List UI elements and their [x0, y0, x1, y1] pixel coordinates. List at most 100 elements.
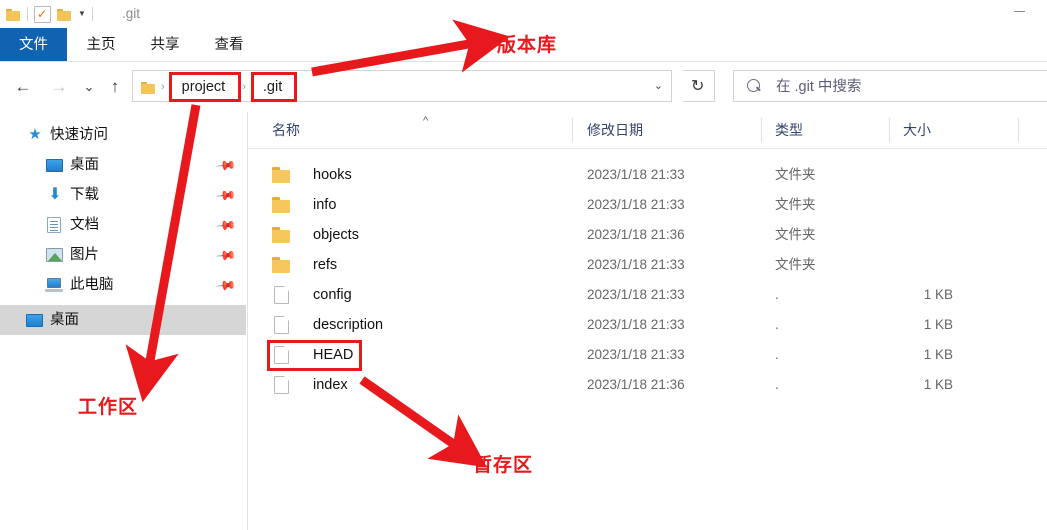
table-row[interactable]: info 2023/1/18 21:33 文件夹: [248, 190, 1047, 220]
up-button[interactable]: ↑: [106, 76, 124, 98]
sidebar-item-desktop-selected[interactable]: 桌面: [0, 305, 246, 335]
table-row[interactable]: hooks 2023/1/18 21:33 文件夹: [248, 160, 1047, 190]
sidebar-item-pictures[interactable]: 图片 📌: [0, 240, 246, 270]
navigation-pane: ★ 快速访问 桌面 📌 ⬇ 下载 📌 文档 📌 图片 📌 此电脑 📌 桌面: [0, 112, 246, 530]
star-icon: ★: [28, 126, 42, 143]
tab-home[interactable]: 主页: [75, 28, 127, 62]
tab-file[interactable]: 文件: [0, 28, 67, 62]
pictures-icon: [46, 248, 63, 262]
forward-button[interactable]: →: [48, 76, 70, 98]
desktop-icon: [26, 314, 43, 327]
file-type: .: [775, 317, 779, 332]
sidebar-item-label: 图片: [70, 247, 99, 263]
file-size: 1 KB: [923, 377, 953, 392]
desktop-icon: [46, 159, 63, 172]
annotation-label-workspace: 工作区: [78, 397, 139, 418]
file-date: 2023/1/18 21:33: [587, 167, 685, 182]
breadcrumb-folder-icon: [141, 81, 156, 94]
sidebar-item-label: 下载: [70, 187, 99, 203]
tab-view[interactable]: 查看: [203, 28, 255, 62]
recent-locations-button[interactable]: ⌄: [80, 76, 98, 98]
table-row[interactable]: objects 2023/1/18 21:36 文件夹: [248, 220, 1047, 250]
table-row[interactable]: index 2023/1/18 21:36 . 1 KB: [248, 370, 1047, 400]
folder-icon: [272, 227, 292, 243]
sidebar-item-desktop[interactable]: 桌面 📌: [0, 150, 246, 180]
column-divider[interactable]: [761, 118, 762, 142]
file-size: 1 KB: [923, 347, 953, 362]
quick-access-toolbar[interactable]: ✓ ▼: [6, 4, 93, 24]
file-date: 2023/1/18 21:36: [587, 377, 685, 392]
pin-icon[interactable]: 📌: [215, 275, 237, 298]
refresh-icon: ↻: [691, 78, 705, 95]
pin-icon[interactable]: 📌: [215, 155, 237, 178]
column-header-name[interactable]: 名称: [272, 112, 300, 148]
column-header-type[interactable]: 类型: [775, 112, 803, 148]
column-divider[interactable]: [572, 118, 573, 142]
sidebar-item-label: 此电脑: [70, 277, 114, 293]
breadcrumb-separator-1: ›: [161, 81, 165, 93]
sidebar-item-label: 桌面: [50, 312, 79, 328]
folder-icon: [272, 197, 292, 213]
folder-icon: [272, 257, 292, 273]
minimize-button[interactable]: [1014, 11, 1025, 12]
sidebar-item-documents[interactable]: 文档 📌: [0, 210, 246, 240]
pin-icon[interactable]: 📌: [215, 185, 237, 208]
file-date: 2023/1/18 21:36: [587, 227, 685, 242]
title-bar: ✓ ▼ .git: [0, 0, 1047, 28]
pin-icon[interactable]: 📌: [215, 245, 237, 268]
sidebar-item-downloads[interactable]: ⬇ 下载 📌: [0, 180, 246, 210]
file-date: 2023/1/18 21:33: [587, 317, 685, 332]
this-pc-icon: [45, 278, 63, 292]
toolbar-divider: [27, 7, 28, 21]
download-icon: ⬇: [48, 186, 62, 203]
tab-share[interactable]: 共享: [139, 28, 191, 62]
search-placeholder: 在 .git 中搜索: [776, 79, 862, 95]
table-row[interactable]: config 2023/1/18 21:33 . 1 KB: [248, 280, 1047, 310]
search-box[interactable]: 在 .git 中搜索: [733, 70, 1047, 102]
highlight-box-git: [251, 72, 297, 102]
toolbar-divider-2: [91, 7, 93, 21]
file-icon: [274, 286, 289, 304]
address-dropdown-icon[interactable]: ⌄: [654, 79, 663, 92]
search-icon: [747, 79, 760, 92]
column-header-date[interactable]: 修改日期: [587, 112, 643, 148]
refresh-button[interactable]: ↻: [683, 70, 715, 102]
file-date: 2023/1/18 21:33: [587, 347, 685, 362]
file-type: .: [775, 287, 779, 302]
highlight-box-project: [169, 72, 241, 102]
highlight-box-index: [267, 340, 362, 371]
folder-icon: [272, 167, 292, 183]
sidebar-item-this-pc[interactable]: 此电脑 📌: [0, 270, 246, 300]
file-size: 1 KB: [923, 317, 953, 332]
column-divider[interactable]: [1018, 118, 1019, 142]
pin-icon[interactable]: 📌: [215, 215, 237, 238]
file-name: info: [313, 197, 337, 213]
new-folder-icon[interactable]: [57, 8, 72, 21]
file-date: 2023/1/18 21:33: [587, 257, 685, 272]
folder-icon: [6, 8, 21, 21]
column-header-row: ^ 名称 修改日期 类型 大小: [248, 112, 1047, 149]
sidebar-item-quick-access[interactable]: ★ 快速访问: [0, 120, 246, 150]
file-type: 文件夹: [775, 257, 816, 272]
file-name: objects: [313, 227, 359, 243]
sidebar-item-label: 快速访问: [50, 127, 108, 143]
table-row[interactable]: HEAD 2023/1/18 21:33 . 1 KB: [248, 340, 1047, 370]
column-header-size[interactable]: 大小: [903, 112, 931, 148]
back-button[interactable]: ←: [12, 76, 34, 98]
annotation-label-repository: 版本库: [497, 35, 558, 56]
file-type: 文件夹: [775, 197, 816, 212]
file-icon: [274, 316, 289, 334]
sidebar-item-label: 文档: [70, 217, 99, 233]
column-divider[interactable]: [889, 118, 890, 142]
sort-ascending-icon: ^: [423, 115, 429, 127]
window-title: .git: [122, 6, 141, 21]
file-type: 文件夹: [775, 167, 816, 182]
file-name: refs: [313, 257, 338, 273]
properties-icon[interactable]: ✓: [34, 5, 51, 23]
customize-dropdown-icon[interactable]: ▼: [78, 4, 86, 24]
annotation-label-staging: 暂存区: [473, 455, 534, 476]
table-row[interactable]: refs 2023/1/18 21:33 文件夹: [248, 250, 1047, 280]
file-name: index: [313, 377, 348, 393]
table-row[interactable]: description 2023/1/18 21:33 . 1 KB: [248, 310, 1047, 340]
file-date: 2023/1/18 21:33: [587, 197, 685, 212]
